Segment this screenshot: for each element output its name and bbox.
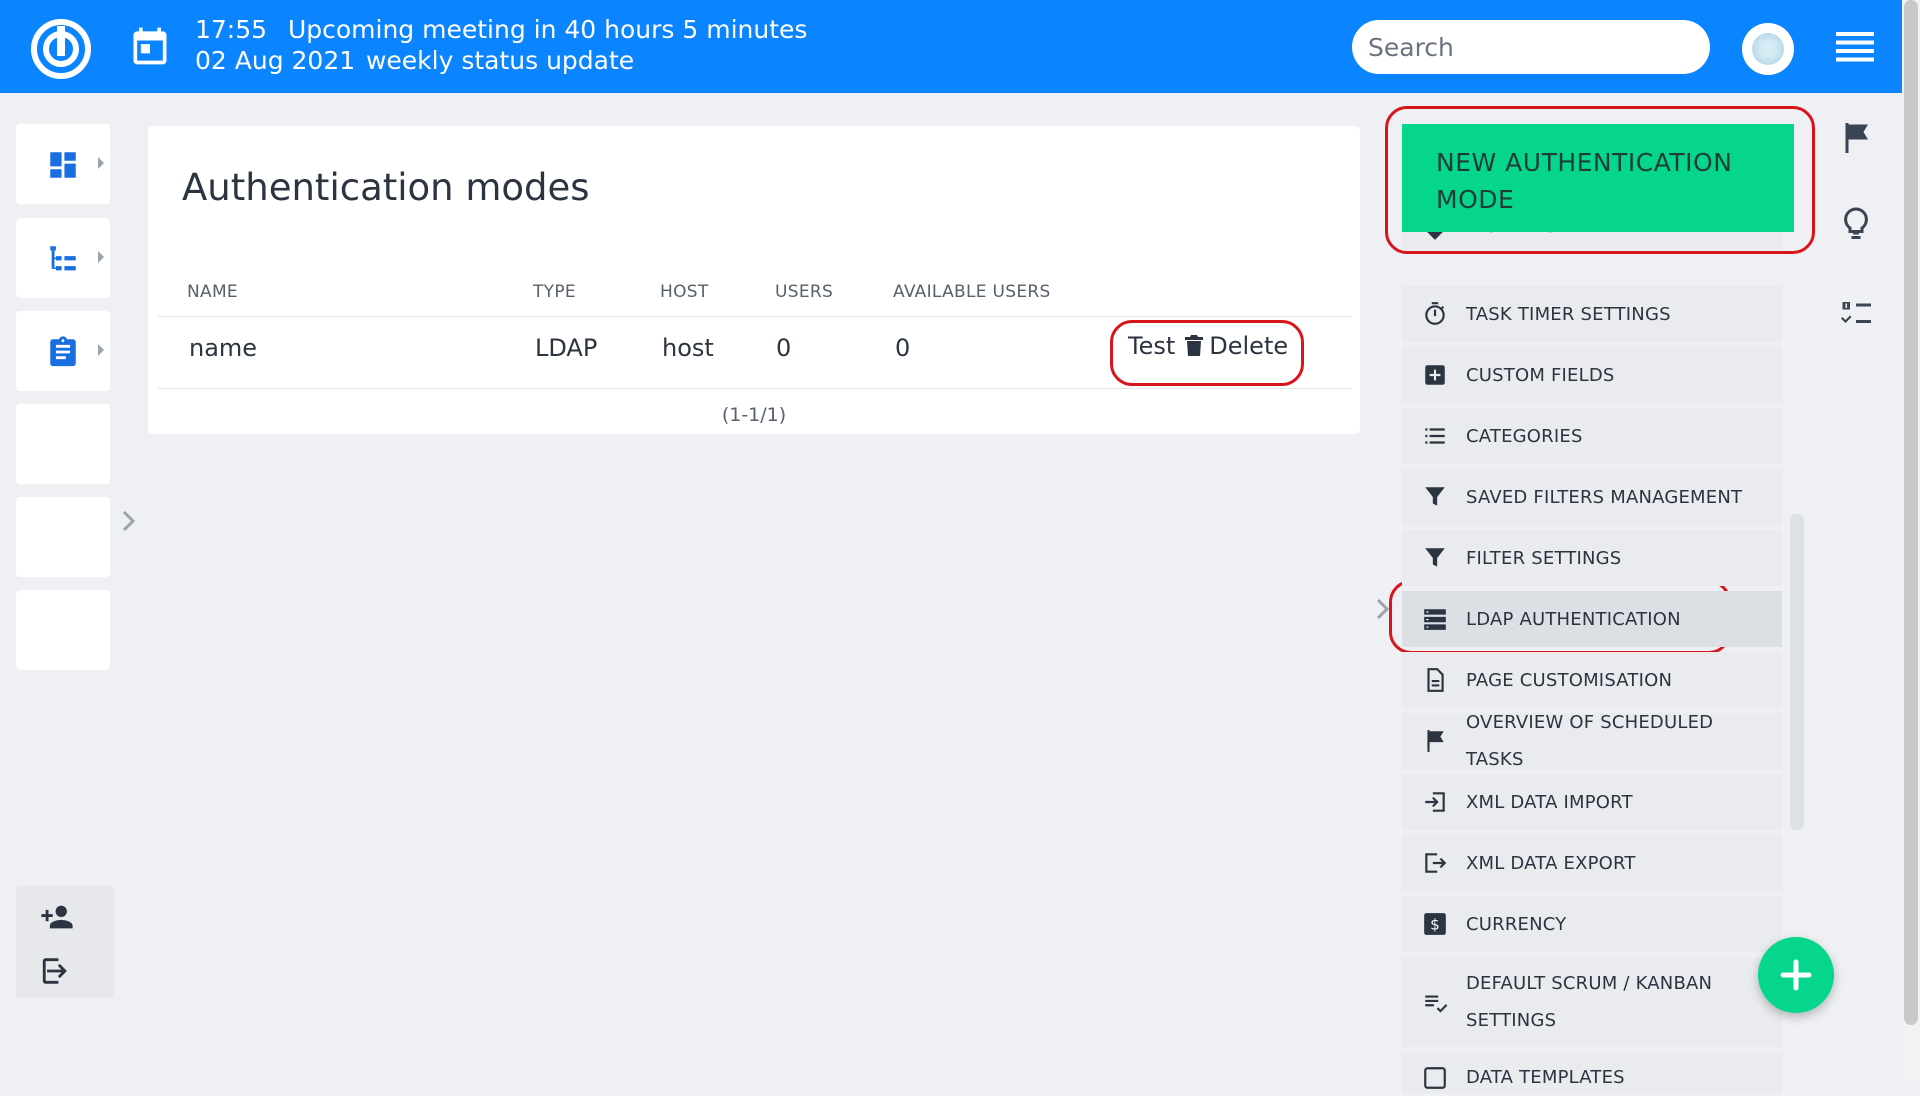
pagination-info: (1-1/1) xyxy=(721,404,787,426)
tree-icon xyxy=(50,246,76,271)
server-icon xyxy=(1424,609,1446,630)
plus-square-icon xyxy=(1425,365,1445,385)
collapse-sidebar-chevron-icon[interactable] xyxy=(1374,594,1392,624)
sidebar-item-label: XML DATA EXPORT xyxy=(1466,852,1636,874)
test-link[interactable]: Test xyxy=(1128,332,1175,360)
column-header-available-users[interactable]: AVAILABLE USERS xyxy=(893,282,1051,302)
sidebar-item-xml-data-import[interactable]: XML DATA IMPORT xyxy=(1402,774,1782,830)
calendar-icon[interactable] xyxy=(128,24,172,68)
clipboard-icon xyxy=(50,336,76,367)
sidebar-item-label: LDAP AUTHENTICATION xyxy=(1466,608,1681,630)
sidebar-item-label: FILTER SETTINGS xyxy=(1466,547,1622,569)
meeting-countdown: Upcoming meeting in 40 hours 5 minutes xyxy=(287,15,808,44)
rail-empty-slot[interactable] xyxy=(16,497,110,577)
rail-dashboard[interactable] xyxy=(16,124,110,204)
chevron-right-icon xyxy=(98,344,104,356)
column-header-name[interactable]: NAME xyxy=(187,282,238,302)
export-icon xyxy=(1425,853,1447,873)
sidebar-item-custom-fields[interactable]: CUSTOM FIELDS xyxy=(1402,347,1782,403)
sidebar-item-page-customisation[interactable]: PAGE CUSTOMISATION xyxy=(1402,652,1782,708)
sidebar-item-label: SAVED FILTERS MANAGEMENT xyxy=(1466,486,1743,508)
page-scrollbar[interactable] xyxy=(1902,0,1920,1080)
sidebar-item-label: XML DATA IMPORT xyxy=(1466,791,1633,813)
sidebar-item-ldap-authentication[interactable]: LDAP AUTHENTICATION xyxy=(1402,591,1782,647)
rail-projects-tree[interactable] xyxy=(16,218,110,298)
hamburger-menu-icon[interactable] xyxy=(1836,32,1874,62)
sidebar-item-label: PAGE CUSTOMISATION xyxy=(1466,669,1673,691)
plus-icon xyxy=(1780,959,1812,991)
upcoming-meeting-info[interactable]: 17:55 Upcoming meeting in 40 hours 5 min… xyxy=(195,14,807,76)
sidebar-item-label: CATEGORIES xyxy=(1466,425,1583,447)
sidebar-item-currency[interactable]: $ CURRENCY xyxy=(1402,896,1782,952)
sidebar-item-label: OVERVIEW OF SCHEDULED TASKS xyxy=(1466,712,1714,770)
flag-icon xyxy=(1427,730,1444,752)
list-icon xyxy=(1425,428,1445,444)
svg-text:$: $ xyxy=(1430,915,1440,933)
stopwatch-icon xyxy=(1425,302,1445,325)
login-icon[interactable] xyxy=(40,954,74,988)
add-floating-button[interactable] xyxy=(1758,937,1834,1013)
avatar[interactable] xyxy=(1742,23,1794,75)
flag-icon[interactable] xyxy=(1838,120,1874,156)
app-logo-icon[interactable] xyxy=(30,18,92,80)
top-bar: 17:55 Upcoming meeting in 40 hours 5 min… xyxy=(0,0,1902,93)
sidebar-item-label: DEFAULT SCRUM / KANBAN SETTINGS xyxy=(1466,973,1713,1031)
sidebar-item-saved-filters-management[interactable]: SAVED FILTERS MANAGEMENT xyxy=(1402,469,1782,525)
row-actions: Test Delete xyxy=(1128,332,1288,360)
new-authentication-mode-button[interactable]: NEW AUTHENTICATION MODE xyxy=(1402,124,1794,232)
filter-icon xyxy=(1425,487,1445,506)
cell-available-users: 0 xyxy=(895,334,911,362)
table-divider xyxy=(158,388,1352,389)
sidebar-item-label: DATA TEMPLATES xyxy=(1466,1067,1625,1088)
sidebar-item-label: CURRENCY xyxy=(1466,913,1567,935)
page-title: Authentication modes xyxy=(182,166,590,209)
meeting-title: weekly status update xyxy=(365,46,635,75)
cell-host: host xyxy=(662,334,714,362)
sidebar-item-default-scrum-kanban-settings[interactable]: DEFAULT SCRUM / KANBAN SETTINGS xyxy=(1402,957,1782,1047)
chevron-right-icon xyxy=(98,157,104,169)
dashboard-icon xyxy=(50,152,76,178)
column-header-host[interactable]: HOST xyxy=(660,282,709,302)
sidebar-item-categories[interactable]: CATEGORIES xyxy=(1402,408,1782,464)
authentication-modes-card: Authentication modes NAME TYPE HOST USER… xyxy=(148,126,1360,434)
rail-bottom-actions xyxy=(16,886,114,998)
rail-empty-slot[interactable] xyxy=(16,404,110,484)
sidebar-item-label: CUSTOM FIELDS xyxy=(1466,364,1615,386)
trash-icon xyxy=(1185,335,1204,356)
chevron-right-icon xyxy=(98,251,104,263)
table-divider xyxy=(158,316,1352,317)
templates-icon xyxy=(1424,1067,1446,1089)
column-header-users[interactable]: USERS xyxy=(775,282,833,302)
filter-icon xyxy=(1425,548,1445,567)
sidebar-item-filter-settings[interactable]: FILTER SETTINGS xyxy=(1402,530,1782,586)
sidebar-scrollbar[interactable] xyxy=(1790,514,1804,830)
sidebar-item-data-templates[interactable]: DATA TEMPLATES xyxy=(1402,1053,1782,1093)
import-icon xyxy=(1425,792,1445,812)
sidebar-item-task-timer-settings[interactable]: TASK TIMER SETTINGS xyxy=(1402,286,1782,342)
cell-type: LDAP xyxy=(535,334,598,362)
cell-users: 0 xyxy=(776,334,792,362)
add-user-icon[interactable] xyxy=(40,900,74,934)
sidebar-item-label: TASK TIMER SETTINGS xyxy=(1466,303,1671,325)
lightbulb-icon[interactable] xyxy=(1838,206,1874,242)
currency-icon: $ xyxy=(1424,913,1446,935)
scrollbar-thumb[interactable] xyxy=(1904,0,1918,1025)
sidebar-item-xml-data-export[interactable]: XML DATA EXPORT xyxy=(1402,835,1782,891)
cell-name: name xyxy=(189,334,258,362)
rail-tasks[interactable] xyxy=(16,311,110,391)
column-header-type[interactable]: TYPE xyxy=(533,282,576,302)
sidebar-item-overview-of-scheduled-tasks[interactable]: OVERVIEW OF SCHEDULED TASKS xyxy=(1402,712,1782,770)
delete-label: Delete xyxy=(1209,332,1289,360)
rail-empty-slot[interactable] xyxy=(16,590,110,670)
search-input[interactable] xyxy=(1352,20,1710,74)
checklist-icon[interactable] xyxy=(1838,296,1874,332)
checklist-icon xyxy=(1425,995,1448,1013)
document-icon xyxy=(1427,668,1444,692)
delete-link[interactable]: Delete xyxy=(1185,332,1288,360)
expand-rail-chevron-icon[interactable] xyxy=(118,506,140,536)
meeting-date: 02 Aug 2021 xyxy=(195,46,356,75)
meeting-time: 17:55 xyxy=(195,15,268,44)
